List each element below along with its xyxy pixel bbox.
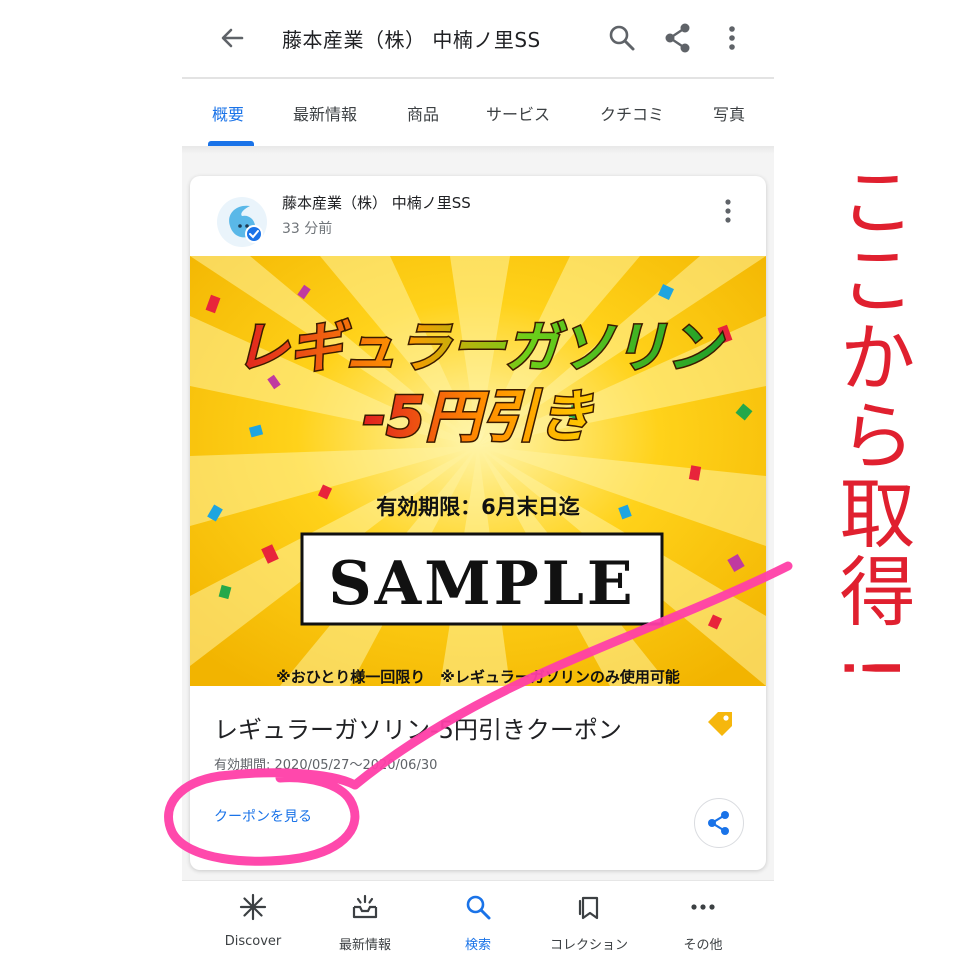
page-title: 藤本産業（株） 中楠ノ里SS [282, 28, 541, 52]
coupon-banner-image[interactable]: レギュラーガソリン -5円引き 有効期限：6月末日迄 SAMPLE ※おひとり様… [190, 256, 766, 686]
nav-label: その他 [683, 938, 723, 953]
nav-more[interactable]: その他 [648, 881, 758, 961]
more-vertical-icon [729, 26, 735, 50]
search-icon [466, 895, 491, 920]
annotation-glyph: こ [827, 240, 916, 316]
tab-latest[interactable]: 最新情報 [293, 101, 357, 125]
tab-overview[interactable]: 概要 [212, 101, 244, 125]
sample-stamp: SAMPLE [328, 549, 635, 619]
banner-headline-line1: レギュラーガソリン [235, 316, 725, 379]
asterisk-icon [239, 893, 267, 921]
post-author: 藤本産業（株） 中楠ノ里SS [282, 194, 471, 212]
view-coupon-link[interactable]: クーポンを見る [214, 806, 312, 826]
banner-notes: ※おひとり様一回限り ※レギュラーガソリンのみ使用可能 [276, 668, 680, 686]
tab-services[interactable]: サービス [486, 101, 550, 125]
coupon-banner: レギュラーガソリン -5円引き 有効期限：6月末日迄 SAMPLE ※おひとり様… [190, 256, 766, 686]
post-card: 藤本産業（株） 中楠ノ里SS 33 分前 レギュラーガソリン -5円引き 有効期… [190, 176, 766, 870]
tab-shadow [182, 146, 774, 154]
nav-label: コレクション [549, 938, 628, 953]
share-icon [708, 811, 729, 835]
banner-validity: 有効期限：6月末日迄 [376, 495, 580, 519]
coupon-validity: 有効期間: 2020/05/27〜2020/06/30 [214, 758, 438, 773]
banner-headline-line2: -5円引き [363, 385, 593, 450]
search-icon [609, 25, 635, 51]
tab-bar: 概要 最新情報 商品 サービス クチコミ 写真 [182, 79, 774, 147]
share-icon [665, 23, 690, 53]
nav-discover[interactable]: Discover [198, 881, 308, 961]
bookmark-icon [578, 896, 599, 920]
annotation-glyph: 得 [827, 552, 916, 628]
annotation-glyph: こ [827, 162, 916, 238]
post-more-button[interactable] [712, 194, 744, 228]
nav-label: 検索 [464, 938, 491, 953]
post-share-button[interactable] [694, 798, 744, 848]
arrow-left-icon [221, 28, 244, 48]
bottom-navigation: Discover 最新情報 検索 コレクション その他 [182, 880, 774, 961]
search-button[interactable] [602, 18, 642, 58]
app-bar: 藤本産業（株） 中楠ノ里SS [182, 0, 774, 76]
annotation-glyph: ら [827, 396, 916, 472]
more-horizontal-icon [691, 904, 715, 910]
post-timestamp: 33 分前 [282, 221, 333, 237]
updates-icon [352, 894, 378, 919]
coupon-title: レギュラーガソリン-5円引きクーポン [214, 716, 622, 744]
nav-collections[interactable]: コレクション [534, 881, 644, 961]
annotation-text: ここから取得! [827, 162, 916, 683]
tag-icon [704, 708, 736, 740]
business-logo-icon [217, 197, 267, 247]
annotation-glyph: 取 [827, 474, 916, 550]
nav-search[interactable]: 検索 [423, 881, 533, 961]
more-vertical-icon [725, 199, 731, 223]
share-button[interactable] [658, 18, 698, 58]
nav-updates[interactable]: 最新情報 [310, 881, 420, 961]
annotation-glyph: ! [827, 653, 916, 683]
nav-label: 最新情報 [338, 938, 391, 953]
tab-products[interactable]: 商品 [407, 101, 439, 125]
annotation-glyph: か [827, 318, 916, 394]
more-options-button[interactable] [712, 18, 752, 58]
tab-reviews[interactable]: クチコミ [600, 101, 664, 125]
tab-photos[interactable]: 写真 [713, 101, 745, 125]
nav-label: Discover [224, 934, 282, 949]
handwritten-annotation: ここから取得! [806, 130, 936, 690]
back-button[interactable] [212, 18, 252, 58]
avatar[interactable] [216, 196, 268, 248]
